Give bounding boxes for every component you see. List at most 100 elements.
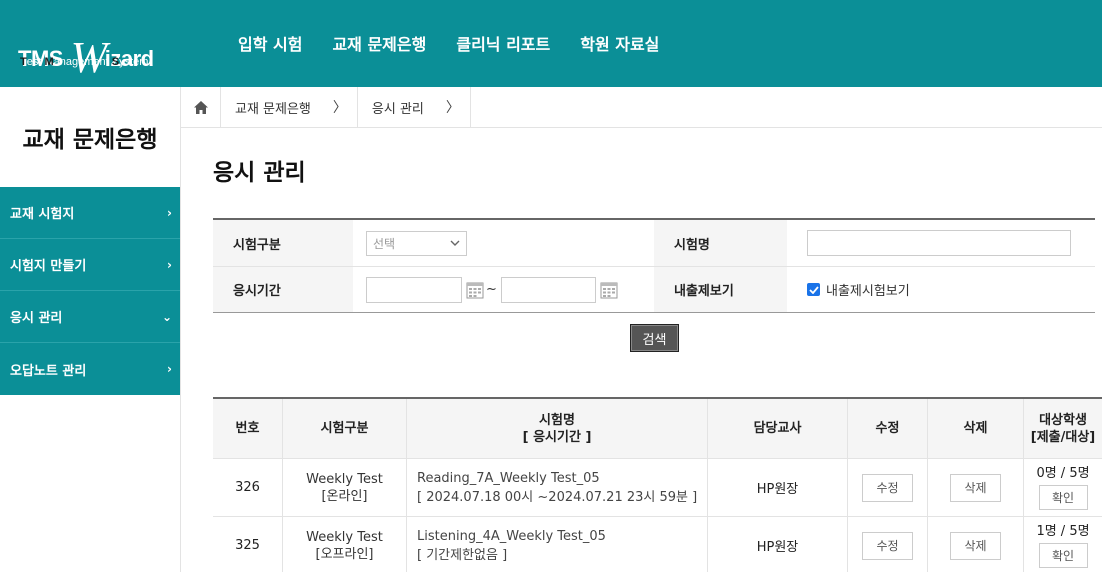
- table-header: 번호 시험구분 시험명 [ 응시기간 ] 담당교사 수정 삭제 대상학생 [제출…: [213, 399, 1102, 459]
- exam-name-cell: [787, 220, 1095, 266]
- sidebar-item-textbook-tests[interactable]: 교재 시험지 ›: [0, 187, 180, 239]
- breadcrumb: 교재 문제은행 〉 응시 관리 〉: [181, 87, 1102, 128]
- row-type: Weekly Test [오프라인]: [283, 517, 407, 572]
- row-teacher: HP원장: [708, 459, 848, 516]
- header-name-line1: 시험명: [539, 412, 575, 428]
- delete-button[interactable]: 삭제: [950, 473, 1001, 502]
- nav-clinic-report[interactable]: 클리닉 리포트: [456, 31, 550, 55]
- sidebar-item-wrong-answer-notes[interactable]: 오답노트 관리 ›: [0, 343, 180, 395]
- calendar-icon[interactable]: [600, 281, 618, 299]
- calendar-icon[interactable]: [466, 281, 484, 299]
- breadcrumb-exam-management[interactable]: 응시 관리 〉: [358, 87, 471, 127]
- confirm-button[interactable]: 확인: [1038, 542, 1088, 568]
- row-edit-cell: 수정: [848, 459, 928, 516]
- my-exam-checkbox-label[interactable]: 내출제시험보기: [826, 280, 910, 299]
- target-count: 0명 / 5명: [1036, 465, 1090, 481]
- row-delete-cell: 삭제: [928, 459, 1024, 516]
- page-title: 응시 관리: [213, 160, 306, 186]
- my-exam-label: 내출제보기: [654, 267, 787, 312]
- edit-button[interactable]: 수정: [862, 531, 913, 560]
- row-type-line1: Weekly Test: [306, 471, 383, 487]
- search-row: 시험구분 선택 시험명: [213, 220, 1095, 266]
- sidebar-item-make-test[interactable]: 시험지 만들기 ›: [0, 239, 180, 291]
- search-form: 시험구분 선택 시험명 응시기간 ~ 내출제보기 내출제시험보기: [213, 218, 1095, 313]
- logo-subtitle: Test Management System: [20, 56, 149, 68]
- header-target: 대상학생 [제출/대상]: [1024, 399, 1102, 458]
- sidebar-item-label: 응시 관리: [10, 311, 63, 326]
- target-count: 1명 / 5명: [1036, 523, 1090, 539]
- row-type: Weekly Test [온라인]: [283, 459, 407, 516]
- exam-type-cell: 선택: [353, 220, 654, 266]
- sidebar-item-exam-management[interactable]: 응시 관리 ⌄: [0, 291, 180, 343]
- row-name[interactable]: Listening_4A_Weekly Test_05 [ 기간제한없음 ]: [407, 517, 708, 572]
- sidebar-item-label: 오답노트 관리: [10, 363, 87, 379]
- header-type: 시험구분: [283, 399, 407, 458]
- row-type-line1: Weekly Test: [306, 529, 383, 545]
- row-teacher: HP원장: [708, 517, 848, 572]
- select-value: 선택: [373, 236, 396, 251]
- confirm-button[interactable]: 확인: [1038, 484, 1088, 510]
- sidebar-item-label: 교재 시험지: [10, 207, 75, 222]
- chevron-right-icon: 〉: [445, 100, 460, 116]
- exam-name-label: 시험명: [654, 220, 787, 266]
- row-exam-period: [ 2024.07.18 00시 ~2024.07.21 23시 59분 ]: [417, 489, 698, 505]
- tms-wizard-logo[interactable]: TMS Wizard Test Management System: [18, 12, 168, 82]
- header-target-line1: 대상학생: [1039, 412, 1087, 428]
- breadcrumb-textbook-bank[interactable]: 교재 문제은행 〉: [221, 87, 358, 127]
- exam-name-input[interactable]: [807, 230, 1071, 256]
- header-name-line2: [ 응시기간 ]: [522, 429, 592, 445]
- sidebar-item-label: 시험지 만들기: [10, 259, 87, 274]
- breadcrumb-label: 응시 관리: [371, 101, 424, 117]
- period-label: 응시기간: [213, 267, 353, 312]
- header-no: 번호: [213, 399, 283, 458]
- chevron-down-icon: [450, 240, 460, 246]
- my-exam-checkbox[interactable]: [807, 283, 820, 296]
- row-no: 325: [213, 517, 283, 572]
- chevron-down-icon: ⌄: [161, 309, 172, 324]
- exam-type-select[interactable]: 선택: [366, 230, 467, 256]
- row-no: 326: [213, 459, 283, 516]
- table-row: 326 Weekly Test [온라인] Reading_7A_Weekly …: [213, 459, 1102, 517]
- row-exam-period: [ 기간제한없음 ]: [417, 547, 508, 563]
- header-name: 시험명 [ 응시기간 ]: [407, 399, 708, 458]
- header-target-line2: [제출/대상]: [1030, 429, 1096, 445]
- row-target-cell: 1명 / 5명 확인: [1024, 517, 1102, 572]
- nav-academy-resources[interactable]: 학원 자료실: [580, 31, 659, 55]
- header-delete: 삭제: [928, 399, 1024, 458]
- row-name[interactable]: Reading_7A_Weekly Test_05 [ 2024.07.18 0…: [407, 459, 708, 516]
- search-button[interactable]: 검색: [630, 324, 679, 352]
- row-edit-cell: 수정: [848, 517, 928, 572]
- breadcrumb-label: 교재 문제은행: [235, 101, 311, 117]
- sidebar: 교재 문제은행 교재 시험지 › 시험지 만들기 › 응시 관리 ⌄ 오답노트 …: [0, 87, 181, 572]
- chevron-right-icon: ›: [167, 362, 172, 376]
- period-end-input[interactable]: [500, 276, 596, 303]
- my-exam-cell: 내출제시험보기: [787, 267, 1095, 312]
- nav-textbook-bank[interactable]: 교재 문제은행: [332, 31, 426, 55]
- chevron-right-icon: ›: [167, 257, 172, 272]
- main-nav: 입학 시험 교재 문제은행 클리닉 리포트 학원 자료실: [238, 31, 689, 55]
- row-target-cell: 0명 / 5명 확인: [1024, 459, 1102, 516]
- header-edit: 수정: [848, 399, 928, 458]
- row-type-line2: [온라인]: [321, 488, 368, 504]
- exam-table: 번호 시험구분 시험명 [ 응시기간 ] 담당교사 수정 삭제 대상학생 [제출…: [213, 397, 1102, 572]
- delete-button[interactable]: 삭제: [950, 531, 1001, 560]
- row-exam-name[interactable]: Listening_4A_Weekly Test_05: [417, 527, 606, 546]
- home-icon[interactable]: [181, 87, 221, 127]
- sidebar-menu: 교재 시험지 › 시험지 만들기 › 응시 관리 ⌄ 오답노트 관리 ›: [0, 187, 180, 395]
- period-start-input[interactable]: [366, 276, 462, 303]
- header: TMS Wizard Test Management System 입학 시험 …: [0, 0, 1102, 87]
- row-exam-name[interactable]: Reading_7A_Weekly Test_05: [417, 469, 600, 488]
- nav-entrance-test[interactable]: 입학 시험: [238, 31, 302, 55]
- chevron-right-icon: ›: [167, 205, 172, 220]
- edit-button[interactable]: 수정: [862, 473, 913, 502]
- table-row: 325 Weekly Test [오프라인] Listening_4A_Week…: [213, 517, 1102, 572]
- period-cell: ~: [353, 267, 654, 312]
- sidebar-title: 교재 문제은행: [22, 127, 158, 153]
- search-row: 응시기간 ~ 내출제보기 내출제시험보기: [213, 266, 1095, 312]
- chevron-right-icon: 〉: [332, 100, 347, 116]
- period-tilde: ~: [486, 282, 497, 297]
- row-delete-cell: 삭제: [928, 517, 1024, 572]
- header-teacher: 담당교사: [708, 399, 848, 458]
- check-icon: [808, 285, 819, 294]
- row-type-line2: [오프라인]: [315, 546, 374, 562]
